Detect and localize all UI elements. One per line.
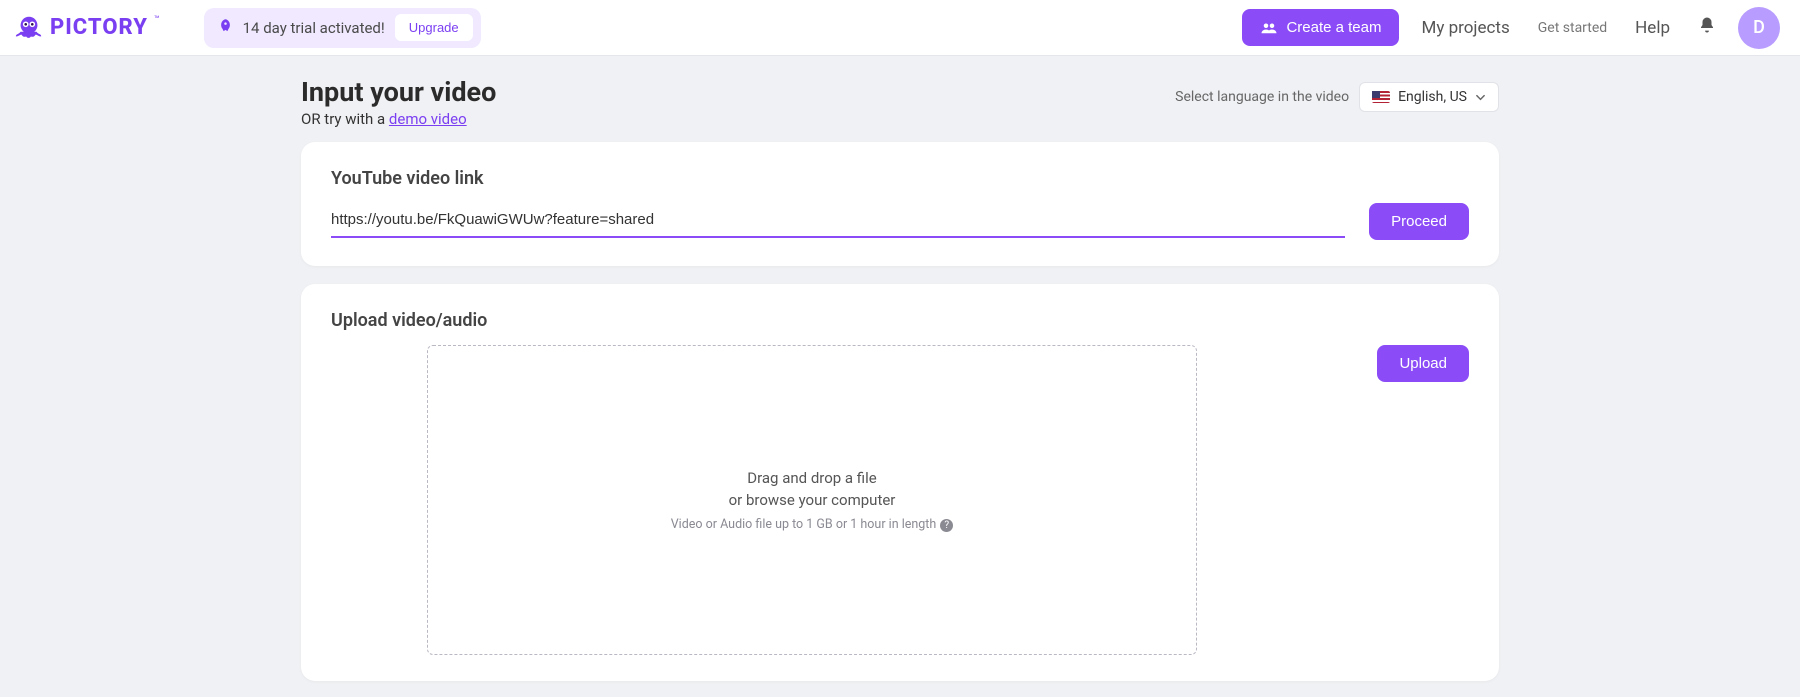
upload-button[interactable]: Upload [1377,345,1469,382]
dropzone-line1: Drag and drop a file [747,469,876,487]
file-dropzone[interactable]: Drag and drop a file or browse your comp… [427,345,1197,655]
nav-get-started[interactable]: Get started [1532,20,1613,36]
proceed-button[interactable]: Proceed [1369,203,1469,240]
language-value: English, US [1398,89,1467,105]
nav-my-projects[interactable]: My projects [1415,18,1515,38]
brand-name: PICTORY [50,15,148,40]
trial-text: 14 day trial activated! [243,19,385,37]
upload-card: Upload video/audio Drag and drop a file … [301,284,1499,681]
brand-logo[interactable]: PICTORY ™ [14,13,160,43]
youtube-card: YouTube video link Proceed [301,142,1499,266]
dropzone-hint: Video or Audio file up to 1 GB or 1 hour… [671,517,954,532]
dropzone-line2: or browse your computer [729,491,896,509]
top-header: PICTORY ™ 14 day trial activated! Upgrade… [0,0,1800,56]
main-content: Input your video OR try with a demo vide… [295,76,1505,681]
rocket-icon [218,18,233,37]
upload-section-title: Upload video/audio [331,310,1469,331]
chevron-down-icon [1475,92,1486,103]
youtube-section-title: YouTube video link [331,168,1469,189]
page-head: Input your video OR try with a demo vide… [301,76,1499,128]
page-title: Input your video [301,76,496,108]
language-selector[interactable]: English, US [1359,82,1499,112]
upgrade-button[interactable]: Upgrade [395,14,473,41]
notifications-icon[interactable] [1692,16,1722,39]
youtube-url-input[interactable] [331,205,1345,238]
create-team-button[interactable]: Create a team [1242,9,1399,46]
page-subtitle: OR try with a demo video [301,110,496,128]
language-row: Select language in the video English, US [1175,82,1499,112]
octopus-icon [14,13,44,43]
nav-help[interactable]: Help [1629,18,1676,38]
demo-video-link[interactable]: demo video [389,110,467,128]
user-avatar[interactable]: D [1738,7,1780,49]
language-label: Select language in the video [1175,89,1349,105]
team-icon [1260,21,1278,35]
trial-banner: 14 day trial activated! Upgrade [204,8,481,48]
us-flag-icon [1372,91,1390,103]
trademark: ™ [154,15,160,25]
info-icon[interactable]: ? [940,519,953,532]
create-team-label: Create a team [1286,19,1381,36]
